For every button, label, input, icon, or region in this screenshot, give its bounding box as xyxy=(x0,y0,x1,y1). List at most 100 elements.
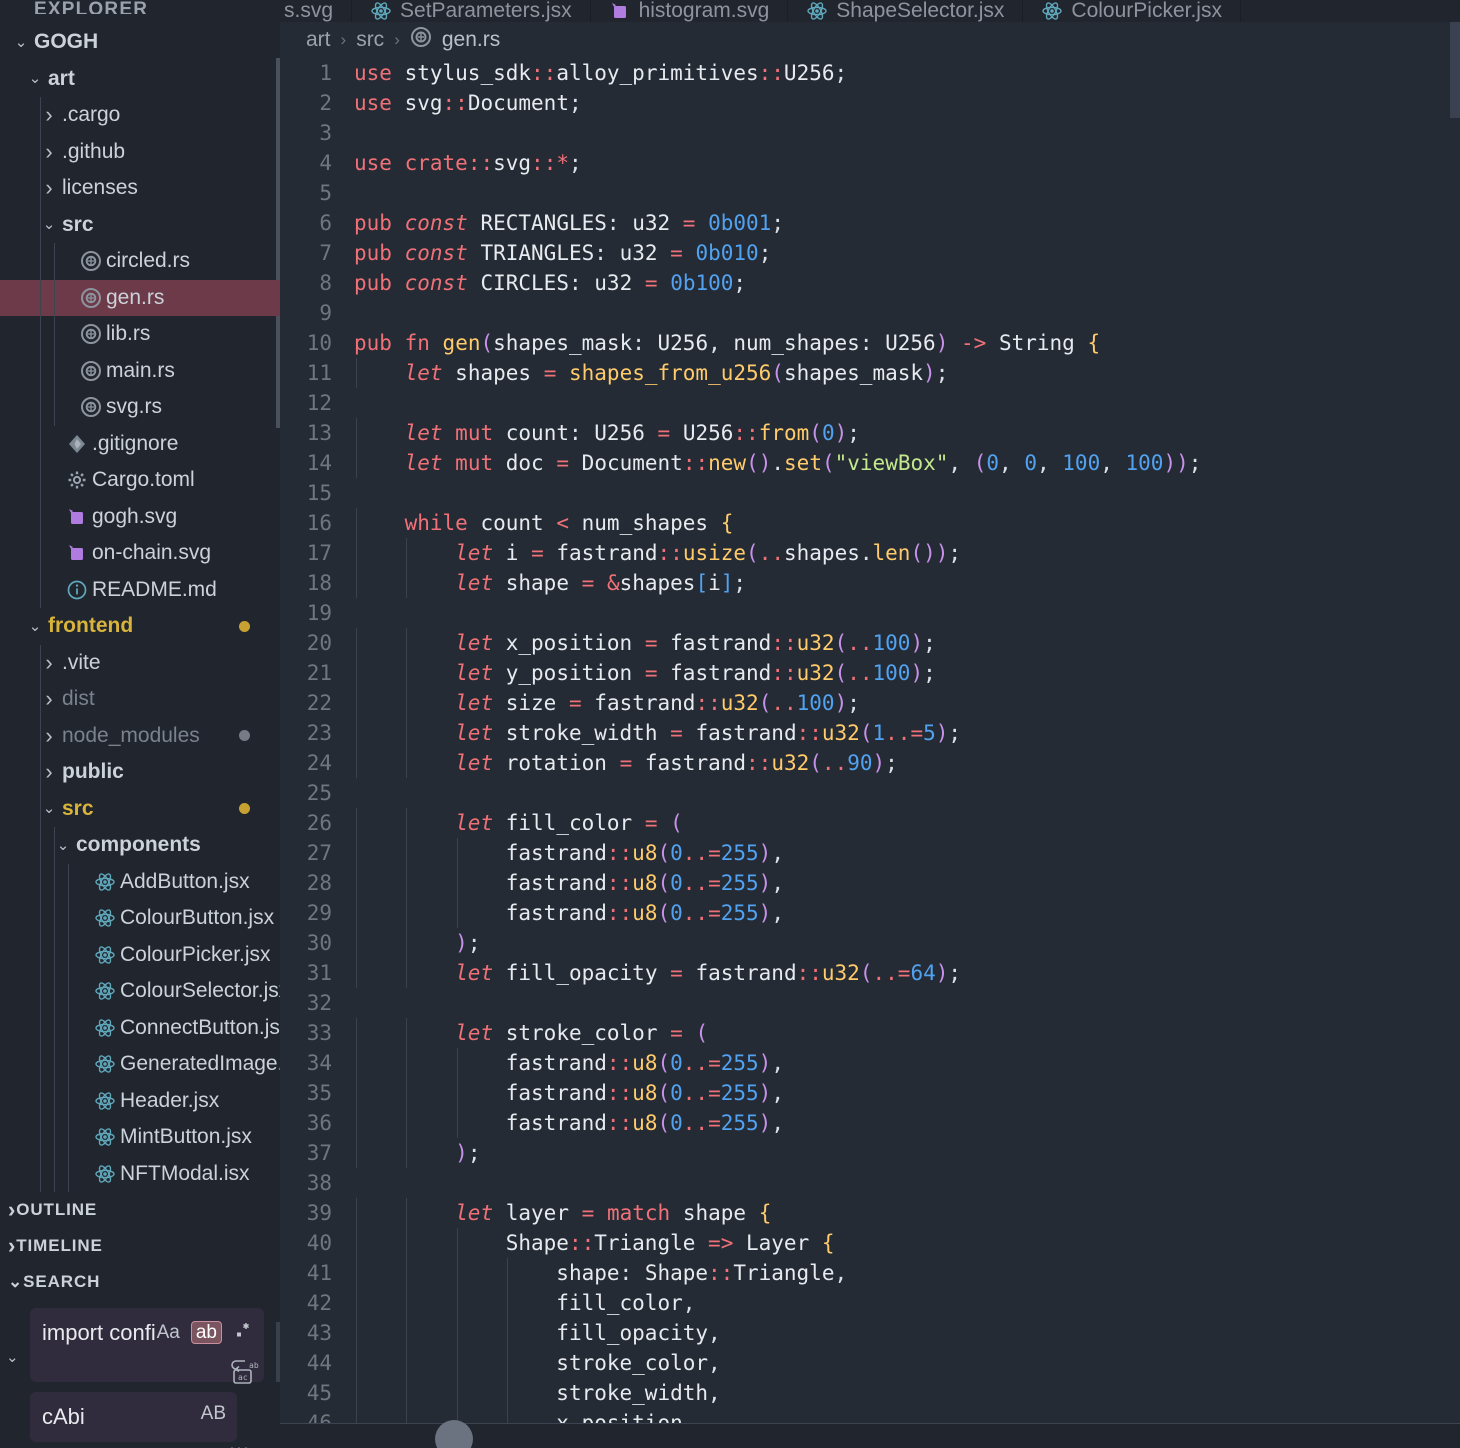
editor-scrollbar[interactable] xyxy=(1450,22,1460,118)
breadcrumb-part-src[interactable]: src xyxy=(356,28,384,52)
replace-input[interactable]: cAbi xyxy=(42,1402,162,1432)
code-line[interactable]: 30 ); xyxy=(280,928,1460,958)
match-case-icon[interactable]: Aa xyxy=(154,1321,183,1344)
tree-file-colourpicker-jsx[interactable]: ColourPicker.jsx xyxy=(0,936,280,973)
code-line[interactable]: 22 let size = fastrand::u32(..100); xyxy=(280,688,1460,718)
tree-folder-licenses[interactable]: › licenses xyxy=(0,170,280,207)
tree-file-mintbutton-jsx[interactable]: MintButton.jsx xyxy=(0,1119,280,1156)
replace-input-box[interactable]: cAbi AB xyxy=(30,1392,237,1442)
code-line[interactable]: 44 stroke_color, xyxy=(280,1348,1460,1378)
code-line[interactable]: 21 let y_position = fastrand::u32(..100)… xyxy=(280,658,1460,688)
tree-folder-art[interactable]: ⌄ art xyxy=(0,61,280,98)
tree-file-lib-rs[interactable]: lib.rs xyxy=(0,316,280,353)
code-line[interactable]: 15 xyxy=(280,478,1460,508)
code-line[interactable]: 2 use svg::Document; xyxy=(280,88,1460,118)
tree-file-generatedimage[interactable]: GeneratedImage... xyxy=(0,1046,280,1083)
breadcrumb-part-art[interactable]: art xyxy=(306,28,331,52)
tree-file-nftmodal-isx[interactable]: NFTModal.isx xyxy=(0,1155,280,1192)
code-line[interactable]: 7 pub const TRIANGLES: u32 = 0b010; xyxy=(280,238,1460,268)
tree-file-cargo-toml[interactable]: Cargo.toml xyxy=(0,462,280,499)
code-line[interactable]: 37 ); xyxy=(280,1138,1460,1168)
code-line[interactable]: 18 let shape = &shapes[i]; xyxy=(280,568,1460,598)
tree-file-addbutton-jsx[interactable]: AddButton.jsx xyxy=(0,863,280,900)
tree-folder-dist[interactable]: › dist xyxy=(0,681,280,718)
code-line[interactable]: 27 fastrand::u8(0..=255), xyxy=(280,838,1460,868)
tree-file-gen-rs[interactable]: gen.rs xyxy=(0,279,280,316)
code-line[interactable]: 17 let i = fastrand::usize(..shapes.len(… xyxy=(280,538,1460,568)
code-line[interactable]: 43 fill_opacity, xyxy=(280,1318,1460,1348)
tree-folder--cargo[interactable]: › .cargo xyxy=(0,97,280,134)
replace-all-icon[interactable]: ac ab xyxy=(228,1357,262,1389)
code-line[interactable]: 45 stroke_width, xyxy=(280,1378,1460,1408)
code-line[interactable]: 3 xyxy=(280,118,1460,148)
search-more-actions[interactable]: … xyxy=(228,1432,253,1448)
tree-folder-components[interactable]: ⌄ components xyxy=(0,827,280,864)
tree-file-circled-rs[interactable]: circled.rs xyxy=(0,243,280,280)
chevron-down-icon[interactable]: ⌄ xyxy=(22,619,48,634)
code-line[interactable]: 23 let stroke_width = fastrand::u32(1..=… xyxy=(280,718,1460,748)
tree-folder--vite[interactable]: › .vite xyxy=(0,644,280,681)
chevron-down-icon[interactable]: ⌄ xyxy=(22,71,48,86)
tree-root-gogh[interactable]: ⌄ GOGH xyxy=(0,24,280,61)
code-line[interactable]: 19 xyxy=(280,598,1460,628)
sidebar-section-timeline[interactable]: › TIMELINE xyxy=(0,1228,280,1264)
code-line[interactable]: 20 let x_position = fastrand::u32(..100)… xyxy=(280,628,1460,658)
code-line[interactable]: 13 let mut count: U256 = U256::from(0); xyxy=(280,418,1460,448)
sidebar-section-search[interactable]: ⌄ SEARCH xyxy=(0,1264,280,1300)
code-line[interactable]: 28 fastrand::u8(0..=255), xyxy=(280,868,1460,898)
whole-word-icon[interactable]: ab xyxy=(190,1320,222,1344)
tree-file-gogh-svg[interactable]: gogh.svg xyxy=(0,498,280,535)
breadcrumb-file[interactable]: gen.rs xyxy=(410,26,500,54)
code-line[interactable]: 36 fastrand::u8(0..=255), xyxy=(280,1108,1460,1138)
editor-tab-shapeselector-jsx[interactable]: ShapeSelector.jsx xyxy=(788,0,1024,22)
code-line[interactable]: 25 xyxy=(280,778,1460,808)
code-line[interactable]: 39 let layer = match shape { xyxy=(280,1198,1460,1228)
search-input[interactable]: import confi xyxy=(42,1318,162,1348)
sidebar-section-outline[interactable]: › OUTLINE xyxy=(0,1192,280,1228)
code-editor[interactable]: 1 use stylus_sdk::alloy_primitives::U256;… xyxy=(280,58,1460,1438)
code-line[interactable]: 24 let rotation = fastrand::u32(..90); xyxy=(280,748,1460,778)
tree-folder-public[interactable]: › public xyxy=(0,754,280,791)
editor-tab-s-svg[interactable]: s.svg xyxy=(280,0,353,22)
code-line[interactable]: 29 fastrand::u8(0..=255), xyxy=(280,898,1460,928)
code-line[interactable]: 34 fastrand::u8(0..=255), xyxy=(280,1048,1460,1078)
code-line[interactable]: 6 pub const RECTANGLES: u32 = 0b001; xyxy=(280,208,1460,238)
tree-file-colourselector-jsx[interactable]: ColourSelector.jsx xyxy=(0,973,280,1010)
code-line[interactable]: 16 while count < num_shapes { xyxy=(280,508,1460,538)
code-line[interactable]: 12 xyxy=(280,388,1460,418)
tree-file-on-chain-svg[interactable]: on-chain.svg xyxy=(0,535,280,572)
code-line[interactable]: 35 fastrand::u8(0..=255), xyxy=(280,1078,1460,1108)
tree-file-connectbutton-jsx[interactable]: ConnectButton.jsx xyxy=(0,1009,280,1046)
code-line[interactable]: 10 pub fn gen(shapes_mask: U256, num_shap… xyxy=(280,328,1460,358)
editor-tab-histogram-svg[interactable]: histogram.svg xyxy=(591,0,789,22)
code-line[interactable]: 31 let fill_opacity = fastrand::u32(..=6… xyxy=(280,958,1460,988)
tree-file-colourbutton-jsx[interactable]: ColourButton.jsx xyxy=(0,900,280,937)
tree-file-main-rs[interactable]: main.rs xyxy=(0,352,280,389)
code-line[interactable]: 38 xyxy=(280,1168,1460,1198)
code-line[interactable]: 1 use stylus_sdk::alloy_primitives::U256; xyxy=(280,58,1460,88)
code-line[interactable]: 42 fill_color, xyxy=(280,1288,1460,1318)
editor-tab-colourpicker-jsx[interactable]: ColourPicker.jsx xyxy=(1023,0,1241,22)
tree-file-svg-rs[interactable]: svg.rs xyxy=(0,389,280,426)
code-line[interactable]: 11 let shapes = shapes_from_u256(shapes_… xyxy=(280,358,1460,388)
code-line[interactable]: 14 let mut doc = Document::new().set("vi… xyxy=(280,448,1460,478)
code-line[interactable]: 26 let fill_color = ( xyxy=(280,808,1460,838)
regex-icon[interactable] xyxy=(230,1318,256,1346)
code-line[interactable]: 41 shape: Shape::Triangle, xyxy=(280,1258,1460,1288)
tree-folder-src[interactable]: ⌄ src xyxy=(0,790,280,827)
code-line[interactable]: 32 xyxy=(280,988,1460,1018)
code-line[interactable]: 33 let stroke_color = ( xyxy=(280,1018,1460,1048)
code-line[interactable]: 40 Shape::Triangle => Layer { xyxy=(280,1228,1460,1258)
tree-file-header-jsx[interactable]: Header.jsx xyxy=(0,1082,280,1119)
tree-folder-src[interactable]: ⌄ src xyxy=(0,206,280,243)
tree-file-readme-md[interactable]: README.md xyxy=(0,571,280,608)
editor-tab-setparameters-jsx[interactable]: SetParameters.jsx xyxy=(352,0,591,22)
tree-folder--github[interactable]: › .github xyxy=(0,133,280,170)
search-collapse-chevron-icon[interactable]: ⌄ xyxy=(6,1348,19,1366)
tree-folder-node-modules[interactable]: › node_modules xyxy=(0,717,280,754)
tree-folder-frontend[interactable]: ⌄ frontend xyxy=(0,608,280,645)
preserve-case-icon[interactable]: AB xyxy=(198,1402,229,1425)
code-line[interactable]: 4 use crate::svg::*; xyxy=(280,148,1460,178)
code-line[interactable]: 5 xyxy=(280,178,1460,208)
code-line[interactable]: 9 xyxy=(280,298,1460,328)
